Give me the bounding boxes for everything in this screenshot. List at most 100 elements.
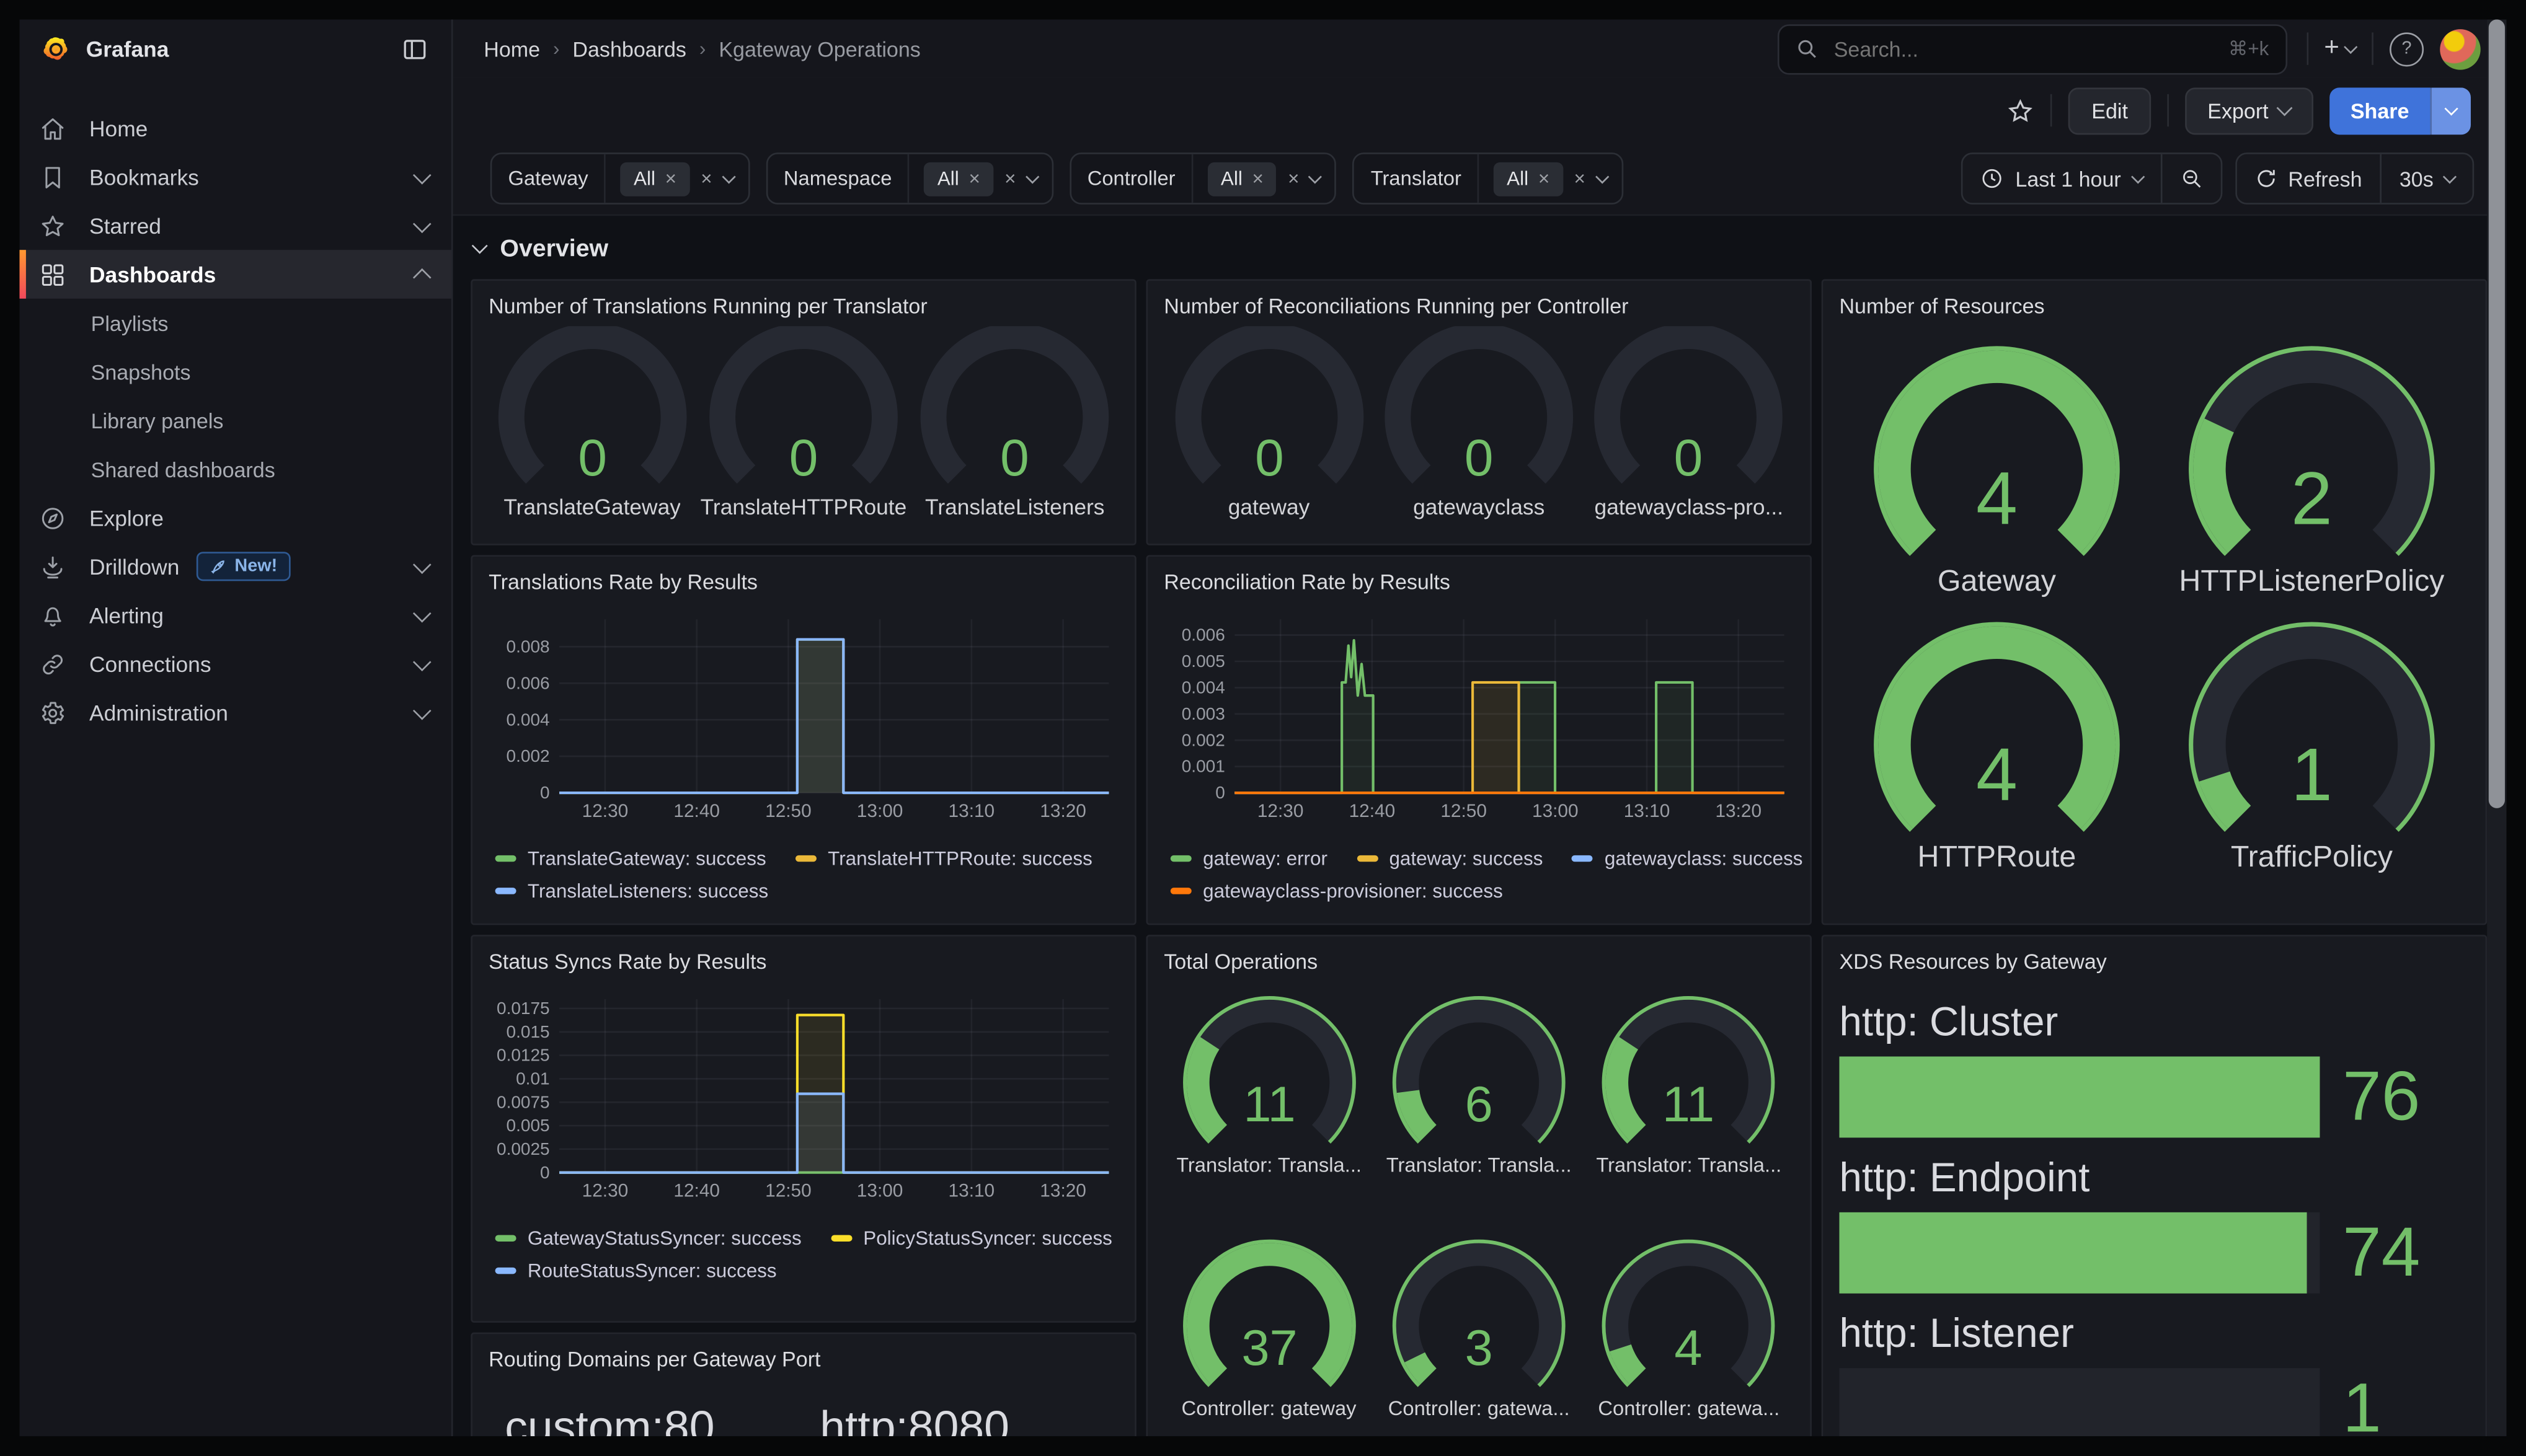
search-box[interactable]: ⌘+k — [1777, 24, 2287, 74]
zoom-out-time-button[interactable] — [2160, 154, 2220, 203]
help-icon[interactable]: ? — [2390, 32, 2424, 66]
sidebar-item-bookmarks[interactable]: Bookmarks — [19, 152, 451, 201]
sidebar-subitem-shared-dashboards[interactable]: Shared dashboards — [19, 444, 451, 493]
star-dashboard-icon[interactable] — [2007, 97, 2035, 125]
gauge-label: gatewayclass — [1413, 495, 1544, 519]
avatar[interactable] — [2440, 29, 2480, 69]
sidebar-subitem-snapshots[interactable]: Snapshots — [19, 347, 451, 396]
panel-title[interactable]: Translations Rate by Results — [489, 567, 1119, 602]
row-overview-toggle[interactable]: Overview — [471, 227, 2487, 270]
divider — [2307, 32, 2308, 64]
panel-title[interactable]: Number of Resources — [1839, 291, 2469, 327]
gauge-value: 0 — [1465, 428, 1494, 487]
sidebar-item-home[interactable]: Home — [19, 104, 451, 153]
rocket-icon — [209, 557, 227, 575]
gauge-controller-gateway: 37Controller: gateway — [1180, 1232, 1358, 1436]
chevron-down-icon[interactable] — [1309, 169, 1323, 183]
legend-item[interactable]: TranslateGateway: success — [495, 847, 766, 870]
legend-item[interactable]: TranslateListeners: success — [495, 880, 769, 902]
panel-title[interactable]: Status Syncs Rate by Results — [489, 946, 1119, 982]
time-series-plot[interactable]: 12:3012:4012:5013:0013:1013:2000.0020.00… — [489, 602, 1119, 829]
sidebar-item-connections[interactable]: Connections — [19, 640, 451, 689]
legend-item[interactable]: gateway: success — [1357, 847, 1543, 870]
time-range-picker[interactable]: Last 1 hour — [1964, 154, 2160, 203]
new-menu-button[interactable]: + — [2324, 34, 2355, 63]
panel-title[interactable]: Reconciliation Rate by Results — [1164, 567, 1794, 602]
legend-swatch — [795, 855, 817, 862]
panel-title[interactable]: Total Operations — [1164, 946, 1794, 982]
legend-item[interactable]: RouteStatusSyncer: success — [495, 1260, 777, 1282]
gauge-value: 1 — [2291, 733, 2333, 816]
legend-item[interactable]: gatewayclass: success — [1572, 847, 1803, 870]
chevron-down-icon[interactable] — [1595, 169, 1608, 183]
chevron-down-icon[interactable] — [722, 169, 735, 183]
x-tick-label: 13:00 — [857, 1181, 903, 1201]
share-menu-button[interactable] — [2431, 87, 2471, 134]
panel-title[interactable]: XDS Resources by Gateway — [1839, 946, 2469, 982]
clear-variable-icon[interactable]: × — [1574, 167, 1585, 190]
legend-item[interactable]: gatewayclass-provisioner: success — [1171, 880, 1503, 902]
variable-value: All×× — [606, 162, 748, 196]
export-button[interactable]: Export — [2185, 87, 2313, 134]
legend-swatch — [495, 1235, 516, 1242]
scrollbar-thumb[interactable] — [2489, 19, 2505, 808]
y-tick-label: 0.008 — [507, 637, 550, 656]
clear-variable-icon[interactable]: × — [701, 167, 712, 190]
legend-item[interactable]: GatewayStatusSyncer: success — [495, 1227, 802, 1250]
breadcrumb-item[interactable]: Dashboards — [572, 37, 686, 61]
bar-gauge[interactable]: 76 — [1839, 1056, 2469, 1137]
gear-icon — [39, 699, 67, 726]
sidebar-item-dashboards[interactable]: Dashboards — [19, 250, 451, 299]
breadcrumb: Home›Dashboards›Kgateway Operations — [484, 37, 1777, 61]
sidebar-item-starred[interactable]: Starred — [19, 201, 451, 250]
sidebar-item-administration[interactable]: Administration — [19, 688, 451, 737]
chip-remove-icon[interactable]: × — [968, 167, 980, 190]
panel-title[interactable]: Routing Domains per Gateway Port — [489, 1344, 1119, 1380]
variable-gateway: GatewayAll×× — [490, 152, 750, 205]
breadcrumb-item[interactable]: Kgateway Operations — [719, 37, 920, 61]
panel-title[interactable]: Number of Translations Running per Trans… — [489, 291, 1119, 327]
variable-chip[interactable]: All× — [924, 162, 993, 196]
breadcrumb-item[interactable]: Home — [484, 37, 540, 61]
sidebar-subitem-playlists[interactable]: Playlists — [19, 299, 451, 348]
edit-button[interactable]: Edit — [2069, 87, 2151, 134]
search-input[interactable] — [1830, 35, 2215, 63]
bar-gauge[interactable]: 1 — [1839, 1368, 2469, 1436]
grafana-logo-icon[interactable] — [42, 35, 70, 63]
time-series-plot[interactable]: 12:3012:4012:5013:0013:1013:2000.0010.00… — [1164, 602, 1794, 829]
bar-gauge[interactable]: 74 — [1839, 1212, 2469, 1294]
gauge-row: 0TranslateGateway0TranslateHTTPRoute0Tra… — [489, 326, 1119, 519]
refresh-interval-picker[interactable]: 30s — [2380, 154, 2472, 203]
gauge-arc: 11 — [1600, 989, 1778, 1154]
variable-chip[interactable]: All× — [1494, 162, 1562, 196]
page-scrollbar[interactable] — [2487, 19, 2506, 1436]
collapse-sidebar-icon[interactable] — [401, 35, 429, 63]
breadcrumb-separator: › — [699, 37, 706, 60]
sidebar-item-alerting[interactable]: Alerting — [19, 591, 451, 640]
sidebar-subitem-library-panels[interactable]: Library panels — [19, 396, 451, 445]
chip-remove-icon[interactable]: × — [665, 167, 676, 190]
panel-title[interactable]: Number of Reconciliations Running per Co… — [1164, 291, 1794, 327]
refresh-button[interactable]: Refresh — [2236, 154, 2380, 203]
panel-translations-running: Number of Translations Running per Trans… — [471, 279, 1136, 545]
gauge-arc: 0 — [1380, 326, 1577, 495]
chevron-down-icon[interactable] — [1026, 169, 1039, 183]
chip-remove-icon[interactable]: × — [1538, 167, 1549, 190]
variable-chip[interactable]: All× — [1208, 162, 1277, 196]
variable-chip[interactable]: All× — [621, 162, 689, 196]
y-tick-label: 0 — [1215, 783, 1225, 802]
chip-remove-icon[interactable]: × — [1252, 167, 1264, 190]
gauge-controller-gatewa-: 4Controller: gatewa... — [1598, 1232, 1779, 1436]
legend-label: GatewayStatusSyncer: success — [528, 1227, 802, 1250]
sidebar-item-explore[interactable]: Explore — [19, 493, 451, 542]
gauge-grid: 4Gateway2HTTPListenerPolicy4HTTPRoute1Tr… — [1839, 339, 2469, 875]
clear-variable-icon[interactable]: × — [1288, 167, 1299, 190]
legend-item[interactable]: TranslateHTTPRoute: success — [795, 847, 1092, 870]
share-button[interactable]: Share — [2329, 87, 2431, 134]
time-series-plot[interactable]: 12:3012:4012:5013:0013:1013:2000.00250.0… — [489, 982, 1119, 1209]
sidebar-item-drilldown[interactable]: DrilldownNew! — [19, 542, 451, 591]
header-actions: + ? — [2307, 29, 2481, 69]
legend-item[interactable]: gateway: error — [1171, 847, 1327, 870]
legend-item[interactable]: PolicyStatusSyncer: success — [831, 1227, 1112, 1250]
clear-variable-icon[interactable]: × — [1004, 167, 1016, 190]
